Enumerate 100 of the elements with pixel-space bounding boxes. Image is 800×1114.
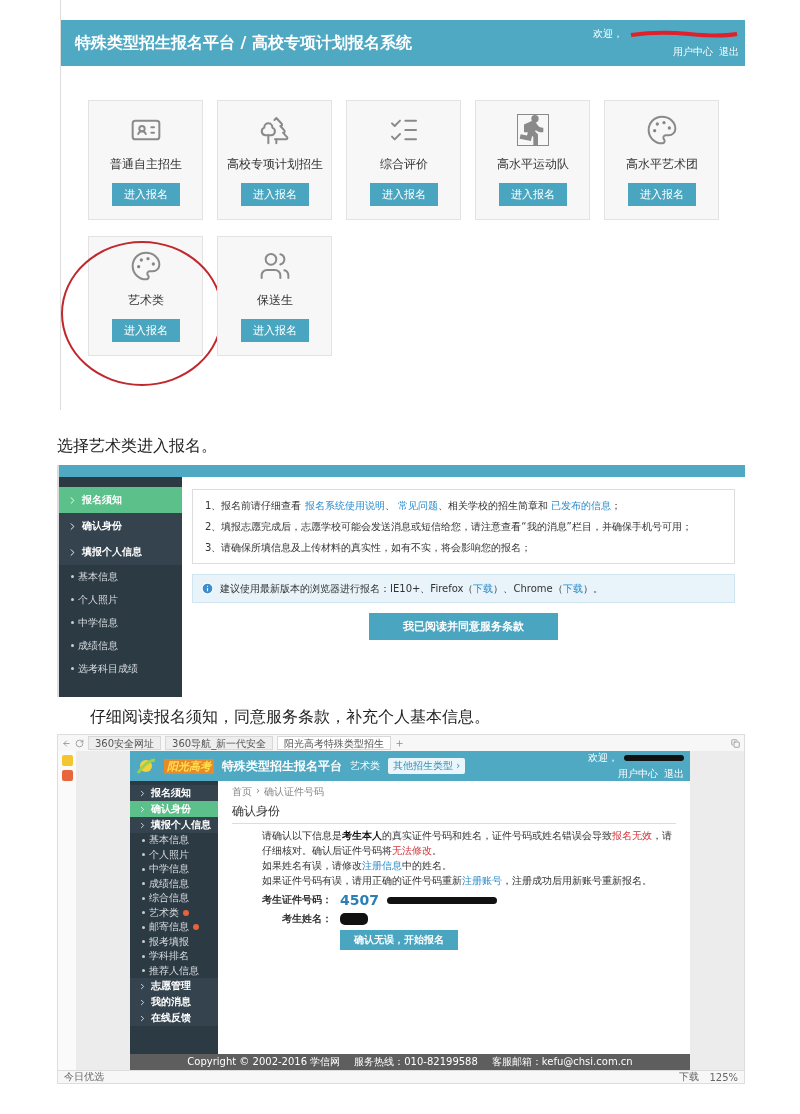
sidebar-item[interactable]: 填报个人信息	[59, 539, 182, 565]
portal-title: 特殊类型招生报名平台 / 高校专项计划报名系统	[75, 32, 412, 54]
sidebar-item[interactable]: 我的消息	[130, 994, 218, 1010]
sidebar-item[interactable]: 个人照片	[59, 588, 182, 611]
welcome-text: 欢迎，	[588, 751, 618, 765]
sun-logo-icon	[136, 757, 156, 775]
link[interactable]: 常见问题	[397, 500, 438, 511]
status-text: 下载	[679, 1070, 700, 1084]
notice-text: 1、报名前请仔细查看 报名系统使用说明、 常见问题、相关学校的招生简章和 已发布的信息；	[205, 499, 622, 513]
bullet-icon	[142, 969, 145, 973]
category-name: 艺术类	[350, 759, 380, 773]
alert-dot	[193, 924, 199, 931]
toolbar-app-icon[interactable]	[61, 755, 73, 766]
link[interactable]: 注册账号	[462, 875, 502, 886]
sidebar-item[interactable]: 综合信息	[130, 891, 218, 906]
redaction-mark	[624, 755, 684, 761]
back-icon[interactable]	[62, 738, 71, 748]
bullet-icon	[142, 896, 145, 900]
browser-tab[interactable]: 360导航_新一代安全	[165, 736, 274, 750]
browser-tab[interactable]: 阳光高考特殊类型招生	[277, 736, 392, 750]
category-label: 普通自主招生	[109, 156, 182, 173]
sidebar-item[interactable]: 成绩信息	[59, 634, 182, 657]
section-heading: 确认身份	[232, 803, 676, 824]
breadcrumb-item[interactable]: 首页	[232, 785, 252, 799]
footer-text: 客服邮箱：kefu@chsi.com.cn	[491, 1055, 633, 1069]
sidebar-item[interactable]: 学科排名	[130, 949, 218, 964]
bullet-icon	[142, 911, 145, 915]
footer-text: 服务热线：010-82199588	[354, 1055, 478, 1069]
new-tab-icon[interactable]	[395, 738, 405, 748]
sidebar-item[interactable]: 推荐人信息	[130, 963, 218, 978]
reload-icon[interactable]	[75, 738, 84, 748]
instruction-text: 请确认以下信息是考生本人的真实证件号码和姓名，证件号码或姓名错误会导致报名无效，请仔细核对。确认后证件号码将无法修改。	[262, 829, 673, 858]
window-icon[interactable]	[731, 738, 740, 748]
field-value: 4507	[340, 892, 379, 908]
bullet-icon	[71, 575, 74, 578]
link[interactable]: 下载	[473, 583, 494, 594]
category-label: 保送生	[256, 292, 293, 309]
redaction-mark	[340, 913, 368, 925]
sidebar-item[interactable]: 基本信息	[59, 565, 182, 588]
sidebar-item[interactable]: 报名须知	[130, 785, 218, 801]
notice-text: 2、填报志愿完成后，志愿学校可能会发送消息或短信给您，请注意查看“我的消息”栏目，并确保手机号可用；	[205, 520, 693, 534]
sidebar-item[interactable]: 邮寄信息	[130, 920, 218, 935]
field-label: 考生姓名：	[281, 912, 332, 926]
logo-text: 阳光高考	[164, 758, 214, 774]
alert-dot	[183, 909, 189, 916]
breadcrumb-item: ›	[256, 785, 260, 798]
sidebar-item[interactable]: 在线反馈	[130, 1010, 218, 1026]
sidebar-item[interactable]: 志愿管理	[130, 978, 218, 994]
sidebar-item[interactable]: 中学信息	[130, 862, 218, 877]
runner-icon	[516, 114, 549, 146]
sidebar-item[interactable]: 艺术类	[130, 905, 218, 920]
bullet-icon	[142, 925, 145, 929]
field-label: 考生证件号码：	[261, 893, 332, 907]
breadcrumb-item: 确认证件号码	[264, 785, 324, 799]
instruction-text: 如果证件号码有误，请用正确的证件号码重新注册账号，注册成功后用新账号重新报名。	[262, 874, 653, 888]
palette-icon	[645, 114, 678, 146]
category-label: 艺术类	[127, 292, 164, 309]
notice-text: 3、请确保所填信息及上传材料的真实性，如有不实，将会影响您的报名；	[205, 541, 533, 555]
sidebar-item[interactable]: 中学信息	[59, 611, 182, 634]
bullet-icon	[142, 954, 145, 958]
sidebar-item[interactable]: 填报个人信息	[130, 817, 218, 833]
toolbar-app-icon[interactable]	[61, 770, 73, 781]
bullet-icon	[71, 621, 74, 624]
category-label: 高水平运动队	[496, 156, 569, 173]
category-label: 综合评价	[379, 156, 428, 173]
bullet-icon	[142, 838, 145, 842]
bullet-icon	[142, 867, 145, 871]
info-icon	[201, 582, 214, 595]
sidebar-item[interactable]: 确认身份	[59, 513, 182, 539]
sidebar-item[interactable]: 成绩信息	[130, 876, 218, 891]
bullet-icon	[71, 667, 74, 670]
site-title: 特殊类型招生报名平台	[222, 757, 342, 775]
people-icon	[258, 250, 291, 282]
bullet-icon	[142, 882, 145, 886]
caption: 选择艺术类进入报名。	[56, 436, 218, 457]
category-label: 高校专项计划招生	[226, 156, 323, 173]
palette-icon	[129, 250, 162, 282]
bullet-icon	[71, 598, 74, 601]
bullet-icon	[71, 644, 74, 647]
sidebar-item[interactable]: 个人照片	[130, 847, 218, 862]
footer-text: Copyright © 2002-2016 学信网	[187, 1055, 341, 1069]
tip-text: 建议使用最新版本的浏览器进行报名：IE10+、Firefox（下载）、Chrome（下载）。	[220, 582, 603, 596]
category-label: 高水平艺术团	[625, 156, 698, 173]
status-text: 125%	[709, 1071, 738, 1083]
sidebar-item[interactable]: 报考填报	[130, 934, 218, 949]
link[interactable]: 下载	[562, 583, 583, 594]
bullet-icon	[142, 940, 145, 944]
switch-type-button[interactable]: 其他招生类型 ›	[388, 758, 466, 774]
bullet-icon	[142, 853, 145, 857]
link[interactable]: 报名系统使用说明	[304, 500, 385, 511]
instruction-text: 如果姓名有误，请修改注册信息中的姓名。	[262, 859, 453, 873]
tree-icon	[258, 114, 291, 146]
welcome-text: 欢迎，	[593, 27, 623, 41]
status-text: 今日优选	[64, 1070, 104, 1084]
browser-tab[interactable]: 360安全网址	[88, 736, 162, 750]
caption: 仔细阅读报名须知，同意服务条款，补充个人基本信息。	[89, 707, 491, 728]
sidebar-item[interactable]: 基本信息	[130, 833, 218, 848]
link[interactable]: 注册信息	[362, 860, 402, 871]
link[interactable]: 已发布的信息	[550, 500, 611, 511]
sidebar-item[interactable]: 选考科目成绩	[59, 657, 182, 680]
